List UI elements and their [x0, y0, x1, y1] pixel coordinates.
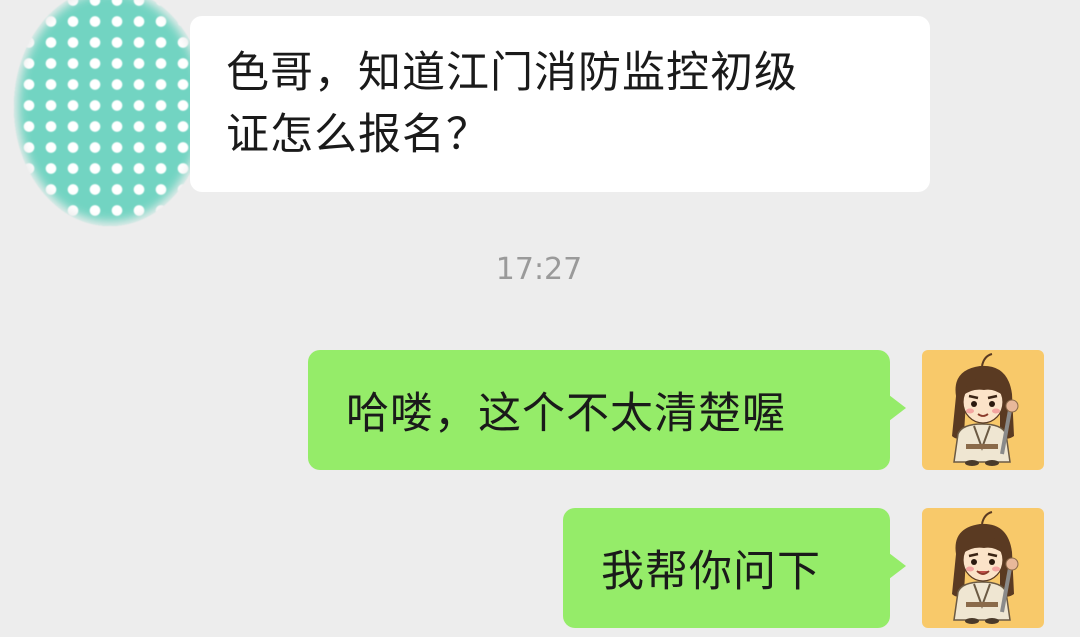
outgoing-message-text: 哈喽，这个不太清楚喔	[346, 389, 786, 439]
my-avatar[interactable]	[922, 508, 1044, 628]
cartoon-character-avatar-icon	[952, 511, 1019, 624]
timestamp-text: 17:27	[495, 252, 583, 287]
message-timestamp: 17:27	[0, 252, 1080, 287]
outgoing-message-bubble[interactable]: 哈喽，这个不太清楚喔	[308, 350, 906, 470]
incoming-message-text: 色哥，知道江门消防监控初级 证怎么报名？	[226, 42, 902, 166]
outgoing-message-bubble[interactable]: 我帮你问下	[563, 508, 906, 628]
incoming-message-line: 色哥，知道江门消防监控初级	[226, 48, 798, 98]
contact-avatar[interactable]	[14, 0, 206, 226]
my-avatar[interactable]	[922, 350, 1044, 470]
cartoon-character-avatar-icon	[952, 353, 1019, 466]
chat-area: 色哥，知道江门消防监控初级 证怎么报名？ 17:27 哈喽，这个不太清楚喔 我帮…	[0, 0, 1080, 637]
incoming-message-bubble[interactable]: 色哥，知道江门消防监控初级 证怎么报名？	[190, 16, 930, 192]
incoming-message-line: 证怎么报名？	[226, 110, 490, 160]
outgoing-message-text: 我帮你问下	[601, 547, 821, 597]
